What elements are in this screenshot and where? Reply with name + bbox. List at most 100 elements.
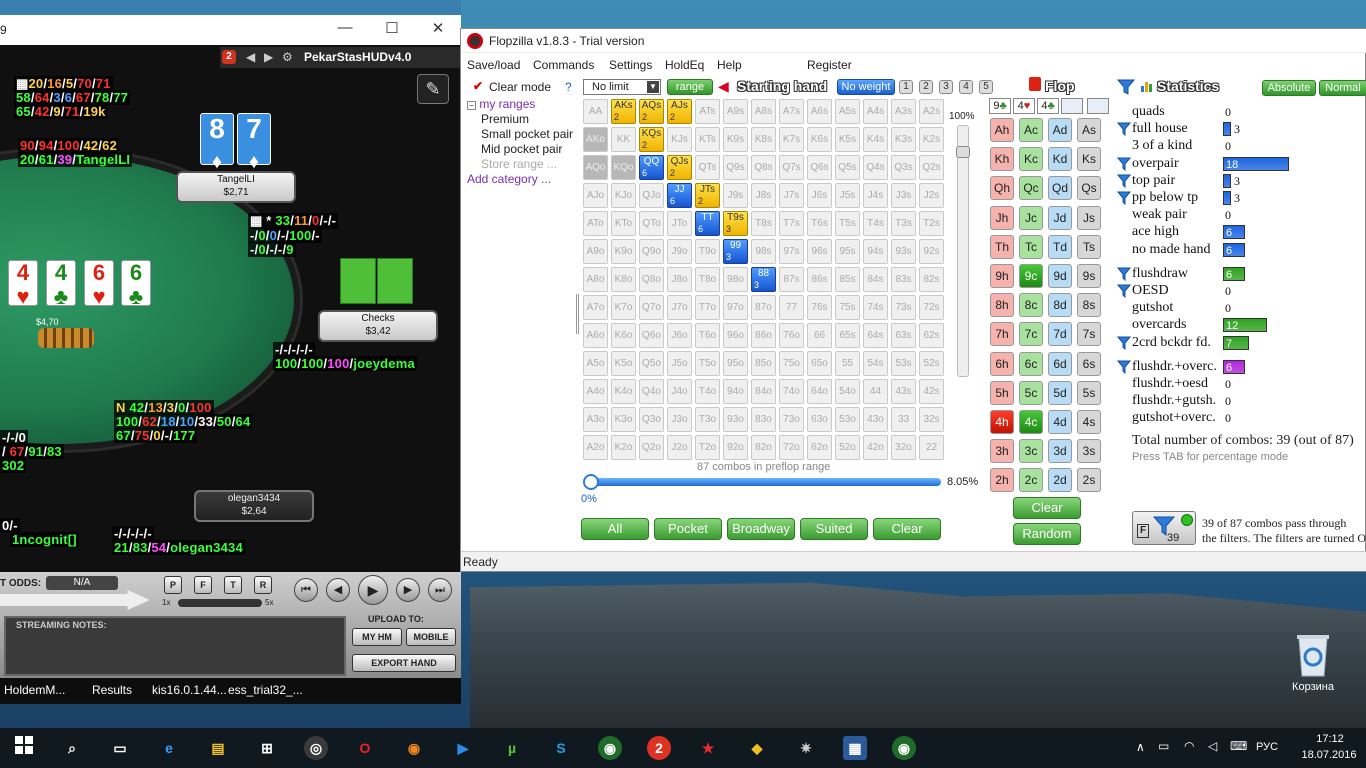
hand-cell[interactable]: J8s (751, 183, 776, 208)
hand-cell[interactable]: AA (583, 99, 608, 124)
clock-time[interactable]: 17:12 (1300, 733, 1360, 745)
hand-cell[interactable]: J5o (667, 351, 692, 376)
hand-cell[interactable]: A9s (723, 99, 748, 124)
weight-5-button[interactable]: 5 (979, 80, 993, 94)
flop-card-button[interactable]: Kc (1019, 147, 1043, 172)
flop-card-button[interactable]: 5h (990, 380, 1014, 405)
stat-label[interactable]: gutshot (1132, 300, 1173, 317)
clear-flop-button[interactable]: Clear (1013, 497, 1081, 519)
filter-panel-button[interactable]: F 39 (1132, 511, 1196, 545)
hand-cell[interactable]: 87o (751, 295, 776, 320)
hand-cell[interactable]: K9s (723, 127, 748, 152)
flop-card-button[interactable]: 7d (1048, 322, 1072, 347)
hand-cell[interactable]: 97o (723, 295, 748, 320)
hand-cell[interactable]: K5o (611, 351, 636, 376)
flop-card-button[interactable]: 9h (990, 264, 1014, 288)
hand-cell[interactable]: J2o (667, 435, 692, 460)
hand-cell[interactable]: 62o (807, 435, 832, 460)
stat-filter-icon[interactable] (1117, 122, 1131, 137)
hand-cell[interactable]: Q5o (639, 351, 664, 376)
opera-icon[interactable]: O (353, 736, 377, 760)
play-app-icon[interactable]: ▶ (451, 736, 475, 760)
hand-cell[interactable]: A5s (835, 99, 860, 124)
flop-card-3[interactable]: 4♣ (1037, 98, 1059, 114)
tab-ess-trial[interactable]: ess_trial32_... (228, 683, 303, 697)
hand-cell[interactable]: A6o (583, 323, 608, 348)
stat-label[interactable]: quads (1132, 104, 1165, 121)
hand-cell[interactable]: J4o (667, 379, 692, 404)
hand-cell[interactable]: Q9s (723, 155, 748, 180)
hand-cell[interactable]: 77 (779, 295, 804, 320)
turn-slot[interactable] (1061, 98, 1083, 114)
menu-save-load[interactable]: Save/load (467, 58, 520, 72)
hand-cell[interactable]: K5s (835, 127, 860, 152)
weight-2-button[interactable]: 2 (919, 80, 933, 94)
hand-cell[interactable]: J7o (667, 295, 692, 320)
hand-cell[interactable]: 95s (835, 239, 860, 264)
gear-icon[interactable]: ⚙ (282, 50, 293, 64)
wifi-icon[interactable]: ◠ (1184, 739, 1194, 753)
hand-cell[interactable]: J2s (919, 183, 944, 208)
hand-cell[interactable]: 52s (919, 351, 944, 376)
flop-card-button[interactable]: 4c (1019, 410, 1043, 434)
hand-cell[interactable]: KTo (611, 211, 636, 236)
hand-cell[interactable]: 83s (891, 267, 916, 292)
app-icon-2[interactable]: ◆ (745, 736, 769, 760)
flop-card-button[interactable]: 8d (1048, 293, 1072, 318)
hand-cell[interactable]: 44 (863, 379, 888, 404)
flop-card-button[interactable]: Ad (1048, 118, 1072, 142)
flop-card-button[interactable]: Td (1048, 234, 1072, 259)
hand-cell[interactable]: Q5s (835, 155, 860, 180)
random-flop-button[interactable]: Random (1013, 523, 1081, 545)
hand-cell[interactable]: KQo (611, 155, 636, 180)
flop-card-button[interactable]: 6c (1019, 351, 1043, 376)
hand-cell[interactable]: JTs 2 (695, 183, 720, 208)
hand-cell[interactable]: Q2s (919, 155, 944, 180)
recycle-bin[interactable]: Корзина (1288, 632, 1338, 698)
hand-cell[interactable]: A5o (583, 351, 608, 376)
hand-cell[interactable]: QJo (639, 183, 664, 208)
volume-icon[interactable]: ◁ (1208, 739, 1217, 753)
tree-item-add-category[interactable]: Add category ... (467, 172, 577, 187)
hand-cell[interactable]: T5s (835, 211, 860, 236)
hand-cell[interactable]: A3o (583, 407, 608, 432)
task-view-icon[interactable]: ▭ (108, 736, 132, 760)
range-vertical-slider[interactable] (956, 125, 970, 377)
hand-cell[interactable]: T2o (695, 435, 720, 460)
app-icon-3[interactable]: ✷ (794, 736, 818, 760)
hand-cell[interactable]: J5s (835, 183, 860, 208)
no-weight-button[interactable]: No weight (837, 79, 895, 95)
flop-card-button[interactable]: 8s (1077, 293, 1101, 318)
flop-card-button[interactable]: 3c (1019, 439, 1043, 464)
hand-cell[interactable]: KJs (667, 127, 692, 152)
flop-card-button[interactable]: 9d (1048, 264, 1072, 288)
hand-cell[interactable]: J7s (779, 183, 804, 208)
hand-cell[interactable]: 53s (891, 351, 916, 376)
hand-cell[interactable]: 72o (779, 435, 804, 460)
r-button[interactable]: R (254, 576, 272, 594)
hand-cell[interactable]: 84o (751, 379, 776, 404)
hand-cell[interactable]: J8o (667, 267, 692, 292)
hand-cell[interactable]: A8s (751, 99, 776, 124)
stat-label[interactable]: OESD (1132, 283, 1169, 300)
hand-cell[interactable]: 75s (835, 295, 860, 320)
hand-cell[interactable]: J9s (723, 183, 748, 208)
river-slot[interactable] (1087, 98, 1109, 114)
flop-card-button[interactable]: 9c (1019, 264, 1043, 288)
hand-cell[interactable]: Q7s (779, 155, 804, 180)
hand-cell[interactable]: AQo (583, 155, 608, 180)
flop-card-button[interactable]: Ks (1077, 147, 1101, 172)
range-button[interactable]: range (667, 79, 713, 95)
hand-cell[interactable]: K6s (807, 127, 832, 152)
stat-label[interactable]: 2crd bckdr fd. (1132, 335, 1211, 352)
maximize-button[interactable]: ☐ (372, 19, 412, 37)
app-icon[interactable]: ◎ (304, 736, 328, 760)
hand-cell[interactable]: 62s (919, 323, 944, 348)
hand-cell[interactable]: 76s (807, 295, 832, 320)
hand-cell[interactable]: 98o (723, 267, 748, 292)
hand-cell[interactable]: 76o (779, 323, 804, 348)
holdem-manager-taskbar-icon[interactable]: 2 (647, 736, 671, 760)
flop-card-button[interactable]: Jh (990, 205, 1014, 230)
hand-cell[interactable]: KQs 2 (639, 127, 664, 152)
select-pocket-button[interactable]: Pocket (654, 518, 722, 540)
